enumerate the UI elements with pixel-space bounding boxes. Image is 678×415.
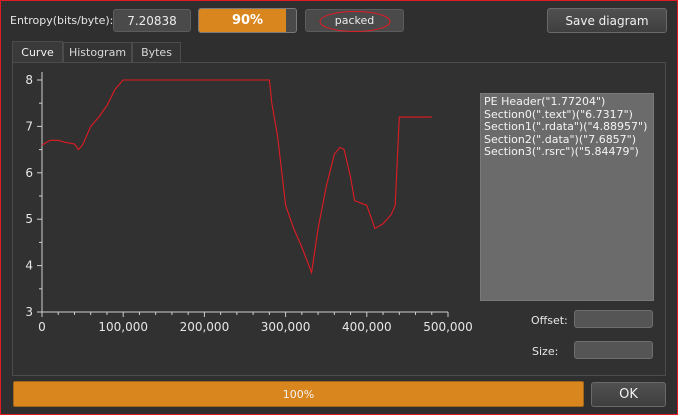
- percent-bar: 90%: [198, 8, 297, 33]
- entropy-value: 7.20838: [113, 9, 191, 32]
- progress-bar: 100%: [13, 381, 584, 407]
- size-field[interactable]: [574, 341, 653, 359]
- x-tick-label: 0: [38, 320, 46, 334]
- section-item-rdata[interactable]: Section1(".rdata")("4.88957"): [484, 120, 650, 134]
- offset-label: Offset:: [531, 314, 568, 327]
- status-box: packed: [305, 9, 404, 32]
- size-label: Size:: [532, 345, 559, 358]
- x-tick-label: 200,000: [180, 320, 230, 334]
- x-tick-label: 500,000: [423, 320, 473, 334]
- sections-list[interactable]: PE Header("1.77204") Section0(".text")("…: [480, 93, 654, 301]
- tab-histogram-label: Histogram: [68, 46, 127, 59]
- y-tick-label: 5: [25, 212, 33, 226]
- entropy-curve-series: [41, 79, 432, 275]
- x-tick-label: 300,000: [261, 320, 311, 334]
- tab-histogram[interactable]: Histogram: [63, 42, 132, 62]
- tab-bytes-label: Bytes: [141, 46, 172, 59]
- progress-label: 100%: [282, 387, 315, 401]
- x-tick-label: 400,000: [342, 320, 392, 334]
- tab-curve-label: Curve: [21, 46, 54, 59]
- x-tick-label: 100,000: [98, 320, 148, 334]
- status-text: packed: [334, 14, 375, 27]
- section-item-pe-header[interactable]: PE Header("1.77204"): [484, 95, 650, 109]
- section-item-rsrc[interactable]: Section3(".rsrc")("5.84479"): [484, 145, 650, 159]
- y-tick-label: 3: [25, 305, 33, 319]
- y-tick-label: 6: [25, 166, 33, 180]
- save-diagram-button[interactable]: Save diagram: [547, 8, 667, 33]
- y-tick-label: 8: [25, 73, 33, 87]
- offset-field[interactable]: [574, 310, 653, 328]
- tab-curve[interactable]: Curve: [12, 41, 63, 63]
- y-tick-label: 4: [25, 259, 33, 273]
- entropy-label: Entropy(bits/byte):: [10, 14, 114, 27]
- percent-value: 90%: [231, 13, 264, 28]
- y-tick-label: 7: [25, 119, 33, 133]
- tab-bytes[interactable]: Bytes: [132, 42, 181, 62]
- entropy-curve-chart: 3 4 5 6 7 8 0 100,000 200,000 300,000 400,000 500,0…: [25, 72, 473, 334]
- ok-button[interactable]: OK: [591, 382, 666, 407]
